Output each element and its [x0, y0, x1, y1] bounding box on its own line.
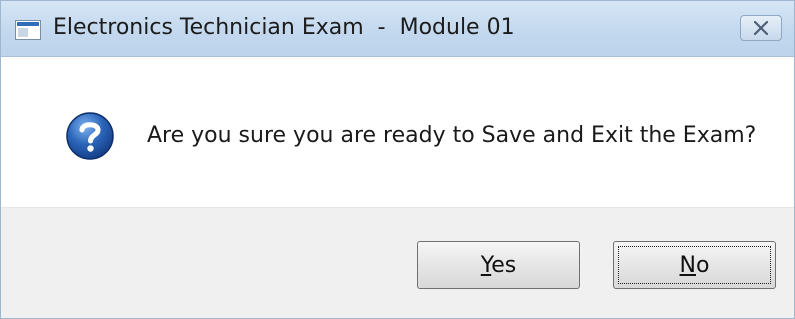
- close-icon: [753, 21, 769, 35]
- confirm-dialog: Electronics Technician Exam - Module 01: [0, 0, 795, 319]
- app-window-icon: [15, 20, 41, 40]
- window-title: Electronics Technician Exam - Module 01: [53, 15, 515, 40]
- dialog-content: Are you sure you are ready to Save and E…: [1, 57, 794, 207]
- title-bar[interactable]: Electronics Technician Exam - Module 01: [1, 1, 794, 57]
- close-button[interactable]: [740, 15, 782, 41]
- button-bar: Yes No: [1, 207, 794, 318]
- yes-button-label: Yes: [480, 252, 517, 278]
- yes-button[interactable]: Yes: [417, 241, 580, 289]
- no-button[interactable]: No: [613, 241, 776, 289]
- no-button-label: No: [679, 252, 710, 278]
- confirm-message: Are you sure you are ready to Save and E…: [147, 123, 757, 148]
- question-icon: [65, 111, 115, 161]
